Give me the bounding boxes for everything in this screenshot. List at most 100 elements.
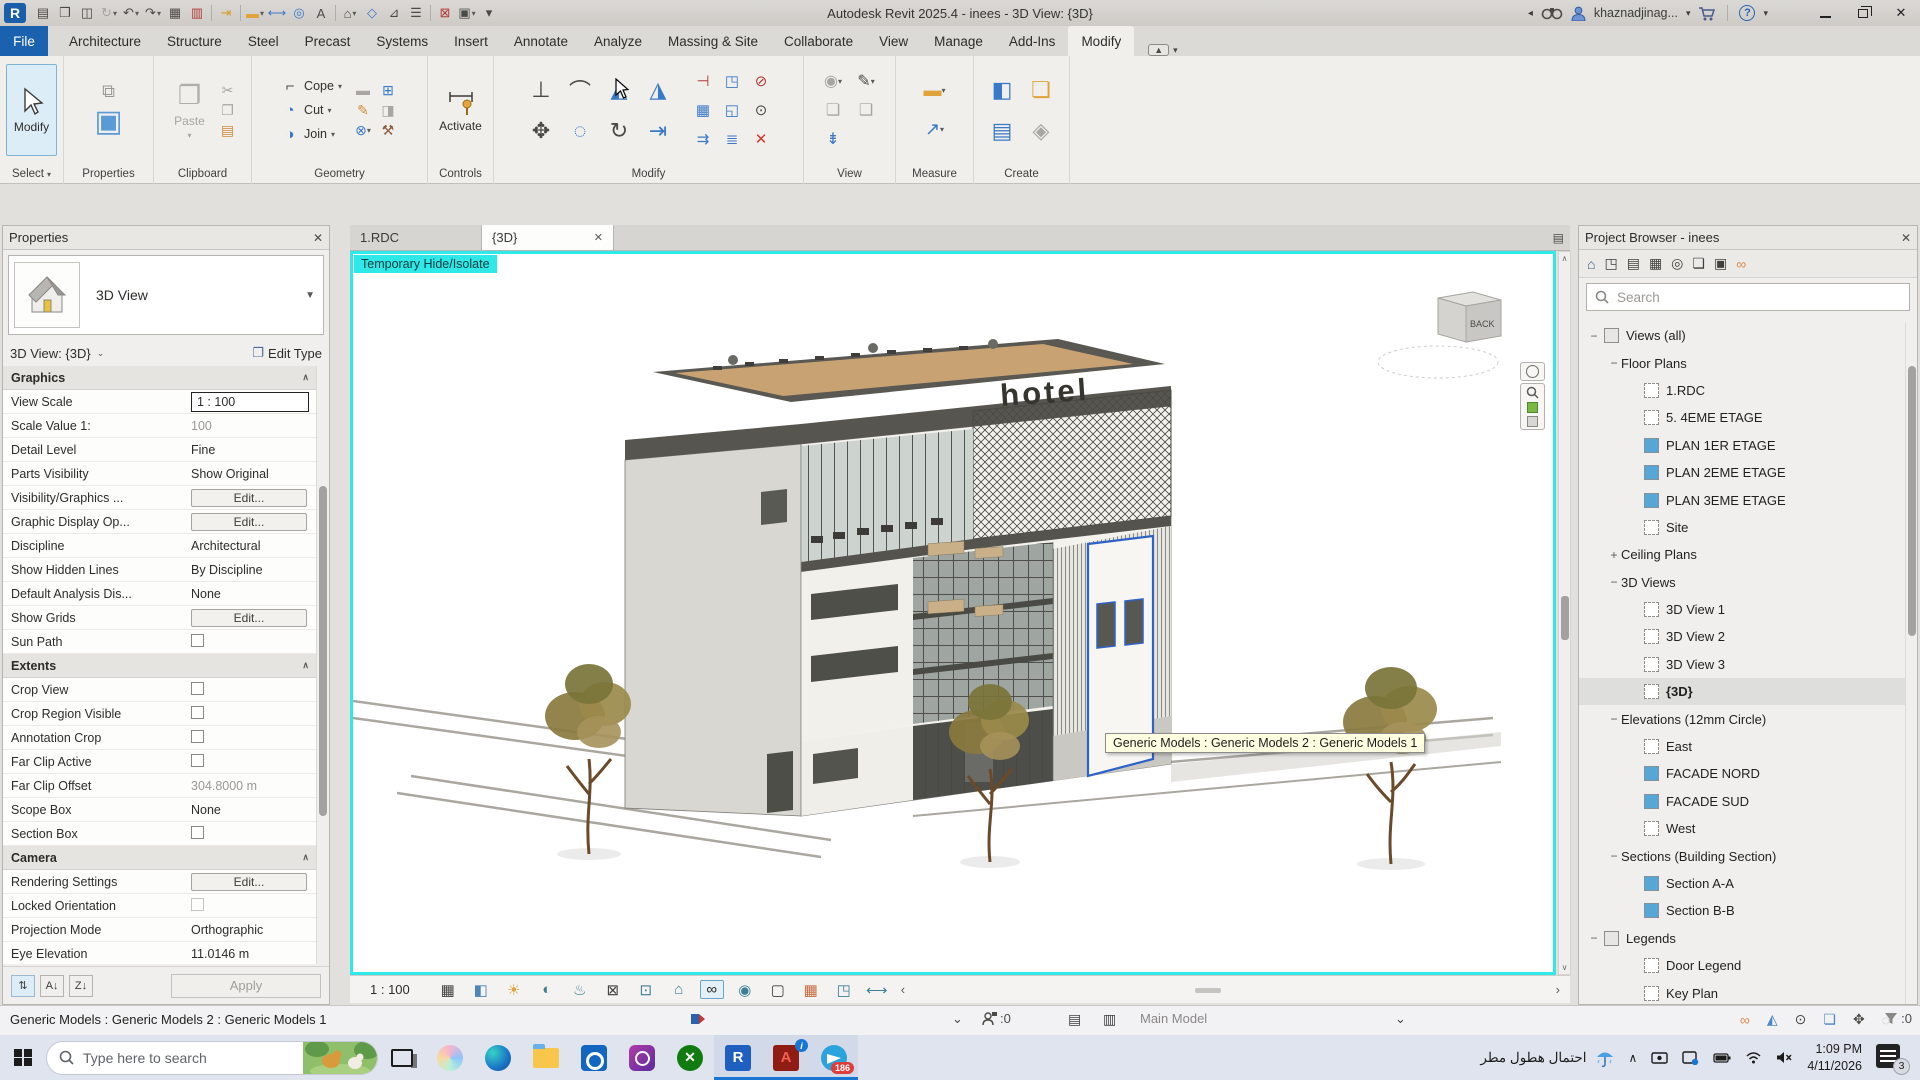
store-cart-icon[interactable] — [1698, 6, 1716, 21]
gray-cube-icon[interactable] — [1527, 416, 1538, 427]
property-row-detail-level[interactable]: Detail LevelFine — [3, 438, 317, 462]
cut-button[interactable]: ◔Cut▾ — [280, 98, 342, 122]
print-icon[interactable]: ▦ — [164, 3, 186, 23]
trim-multi-icon[interactable]: ≣ — [719, 126, 745, 152]
green-cube-icon[interactable] — [1527, 402, 1538, 413]
sort-ascending-button[interactable]: A↓ — [40, 975, 64, 997]
taskbar-app-revit[interactable]: R — [714, 1035, 762, 1080]
properties-header[interactable]: Properties ✕ — [3, 226, 329, 250]
select-underlay-icon[interactable]: ◭ — [1767, 1011, 1778, 1028]
scale-control[interactable]: 1 : 100 — [370, 982, 410, 997]
panel-label-modify[interactable]: Modify — [494, 164, 803, 184]
property-value[interactable]: Architectural — [191, 539, 317, 553]
lock-view-icon[interactable]: ⌂ — [667, 981, 691, 998]
tray-expand-icon[interactable]: ∧ — [1629, 1051, 1638, 1065]
property-checkbox[interactable] — [191, 754, 204, 767]
property-row-show-hidden-lines[interactable]: Show Hidden LinesBy Discipline — [3, 558, 317, 582]
property-value[interactable]: By Discipline — [191, 563, 317, 577]
user-avatar-icon[interactable] — [1571, 6, 1586, 21]
hide-by-line-icon[interactable]: ⇟ — [818, 126, 848, 152]
cope-button[interactable]: ⌐Cope▾ — [280, 74, 342, 98]
create-parts-icon[interactable]: ◧ — [984, 71, 1020, 109]
ribbon-tab-analyze[interactable]: Analyze — [581, 26, 655, 56]
tree-item-door-legend[interactable]: Door Legend — [1579, 952, 1905, 979]
measure-ruler-icon[interactable]: ▬ ▾ — [913, 73, 957, 109]
schedules-icon[interactable]: ▦ — [1649, 255, 1662, 272]
tab-file[interactable]: File — [0, 26, 48, 56]
property-row-scale-value-1[interactable]: Scale Value 1:100 — [3, 414, 317, 438]
start-button[interactable] — [0, 1035, 46, 1080]
restore-button[interactable] — [1848, 2, 1878, 24]
tree-item-3d-view-3[interactable]: 3D View 3 — [1579, 651, 1905, 678]
tree-item-plan-2eme-etage[interactable]: PLAN 2EME ETAGE — [1579, 459, 1905, 486]
search-widget-image[interactable] — [303, 1041, 377, 1075]
sync-icon[interactable]: ↻▾ — [98, 3, 120, 23]
property-value[interactable] — [191, 706, 317, 722]
selection-box-icon[interactable]: ▢ — [766, 981, 790, 999]
modify-tool-button[interactable]: Modify — [6, 64, 57, 156]
tree-toggle-icon[interactable]: − — [1607, 356, 1621, 370]
property-edit-button[interactable]: Edit... — [191, 489, 307, 507]
property-row-camera[interactable]: Camera∧ — [3, 846, 317, 870]
tree-toggle-icon[interactable]: − — [1607, 712, 1621, 726]
section-collapse-icon[interactable]: ∧ — [302, 660, 309, 671]
groups-icon[interactable]: ▣ — [1714, 255, 1727, 272]
taskbar-app-telegram[interactable]: 186 — [810, 1035, 858, 1080]
legends-icon[interactable]: ▤ — [1627, 255, 1640, 272]
ribbon-tab-precast[interactable]: Precast — [292, 26, 364, 56]
rotate-icon[interactable]: ↻ — [601, 112, 637, 150]
cut-geometry-icon[interactable]: ▬ — [352, 82, 374, 99]
property-row-extents[interactable]: Extents∧ — [3, 654, 317, 678]
move-icon[interactable]: ✥ — [523, 112, 559, 150]
tree-item-plan-3eme-etage[interactable]: PLAN 3EME ETAGE — [1579, 486, 1905, 513]
property-value[interactable]: Fine — [191, 443, 317, 457]
constraints-icon[interactable]: ⟷ — [865, 981, 889, 999]
linework-icon[interactable]: ❑ — [851, 97, 881, 123]
panel-label-properties[interactable]: Properties — [64, 164, 153, 184]
apply-button[interactable]: Apply — [171, 974, 321, 998]
reveal-hidden-icon[interactable]: ◉ — [733, 981, 757, 999]
type-selector-caret-icon[interactable]: ▼ — [305, 290, 315, 301]
tree-toggle-icon[interactable]: − — [1607, 849, 1621, 863]
tree-item-3d-view-1[interactable]: 3D View 1 — [1579, 596, 1905, 623]
wifi-icon[interactable] — [1745, 1051, 1762, 1064]
taskbar-search[interactable]: Type here to search — [46, 1041, 378, 1075]
ribbon-tab-steel[interactable]: Steel — [235, 26, 292, 56]
taskbar-app-store-app[interactable] — [618, 1035, 666, 1080]
zoom-tools[interactable] — [1520, 383, 1545, 430]
apply-coping-icon[interactable]: ⊞ — [377, 82, 399, 99]
display-pen-icon[interactable] — [1682, 1051, 1699, 1065]
property-value[interactable]: None — [191, 803, 317, 817]
design-option-combo[interactable]: Main Model — [1140, 1011, 1207, 1026]
model-3d-view[interactable]: hotel — [353, 254, 1553, 972]
property-value[interactable]: None — [191, 587, 317, 601]
property-checkbox[interactable] — [191, 826, 204, 839]
browser-scrollbar[interactable] — [1905, 322, 1917, 1004]
ribbon-tab-collaborate[interactable]: Collaborate — [771, 26, 866, 56]
taskbar-app-file-explorer[interactable] — [522, 1035, 570, 1080]
wall-joins-icon[interactable]: ◨ — [377, 102, 399, 119]
offset-icon[interactable]: ◌ — [562, 112, 598, 150]
property-value[interactable]: 11.0146 m — [191, 947, 317, 961]
worksets-status[interactable]: :0 — [982, 1011, 1011, 1026]
panel-label-create[interactable]: Create — [974, 164, 1069, 184]
property-value[interactable]: Show Original — [191, 467, 317, 481]
create-assembly-icon[interactable]: ▤ — [984, 112, 1020, 150]
text-icon[interactable]: A — [310, 3, 332, 23]
minimize-button[interactable] — [1810, 2, 1840, 24]
search-binoculars-icon[interactable] — [1541, 6, 1563, 20]
ribbon-tab-massing-site[interactable]: Massing & Site — [655, 26, 771, 56]
section-collapse-icon[interactable]: ∧ — [302, 372, 309, 383]
close-button[interactable]: ✕ — [1886, 2, 1916, 24]
property-edit-button[interactable]: Edit... — [191, 873, 307, 891]
status-app-icon[interactable] — [690, 1011, 706, 1027]
property-row-crop-region-visible[interactable]: Crop Region Visible — [3, 702, 317, 726]
revit-logo[interactable]: R — [4, 3, 26, 23]
ground-window[interactable] — [813, 748, 858, 784]
taskbar-app-adobe[interactable]: Ai — [762, 1035, 810, 1080]
ribbon-minimize-toggle[interactable]: ▲ ▾ — [1148, 44, 1177, 56]
recent-documents-icon[interactable]: ▤ — [32, 3, 54, 23]
pin-icon[interactable]: ⊙ — [748, 97, 774, 123]
crop-view-icon[interactable]: ⊠ — [601, 981, 625, 999]
project-browser-close-icon[interactable]: ✕ — [1901, 231, 1911, 245]
